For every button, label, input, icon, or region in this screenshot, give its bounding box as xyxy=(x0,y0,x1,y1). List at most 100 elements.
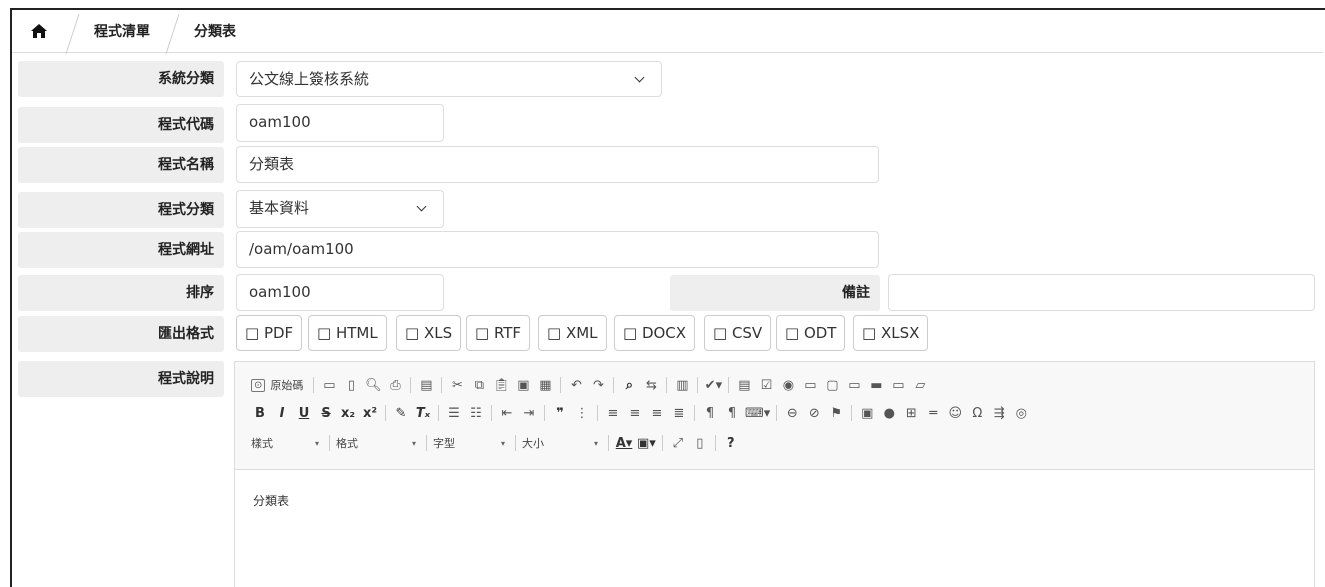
export-xlsx-checkbox[interactable]: □ XLSX xyxy=(853,315,929,351)
align-right-icon[interactable]: ≡ xyxy=(646,402,668,424)
program-url-label: 程式網址 xyxy=(18,232,224,268)
image-icon[interactable]: ▣ xyxy=(856,402,878,424)
iframe-icon[interactable]: ◎ xyxy=(1010,402,1032,424)
export-xls-checkbox[interactable]: □ XLS xyxy=(396,315,462,351)
program-type-label: 程式分類 xyxy=(18,192,224,228)
radio-icon[interactable]: ◉ xyxy=(777,374,799,396)
language-icon[interactable]: ⌨▾ xyxy=(743,402,772,424)
toolbar-separator xyxy=(613,377,615,393)
export-rtf-checkbox[interactable]: □ RTF xyxy=(466,315,531,351)
blockquote-icon[interactable]: ❞ xyxy=(549,402,571,424)
styles-combo[interactable]: 樣式 ▾ xyxy=(249,435,325,451)
align-center-icon[interactable]: ≡ xyxy=(624,402,646,424)
program-type-select[interactable]: 基本資料 xyxy=(236,190,444,228)
source-button[interactable]: ⊙ 原始碼 xyxy=(249,374,309,396)
select-field-icon[interactable]: ▭ xyxy=(843,374,865,396)
background-color-icon[interactable]: ▣▾ xyxy=(635,432,658,454)
toolbar-separator xyxy=(441,377,443,393)
toolbar-separator xyxy=(597,405,598,421)
cut-icon[interactable]: ✂ xyxy=(446,374,468,396)
program-name-input[interactable]: 分類表 xyxy=(236,146,879,183)
paste-text-icon[interactable]: ▣ xyxy=(512,374,534,396)
program-code-input[interactable]: oam100 xyxy=(236,104,444,142)
special-char-icon[interactable]: Ω xyxy=(966,402,988,424)
export-docx-checkbox[interactable]: □ DOCX xyxy=(614,315,696,351)
bold-icon[interactable]: B xyxy=(249,402,271,424)
text-color-icon[interactable]: A▾ xyxy=(613,432,635,454)
show-blocks-icon[interactable]: ▯ xyxy=(689,432,711,454)
copy-icon[interactable]: ⧉ xyxy=(468,374,490,396)
export-odt-checkbox[interactable]: □ ODT xyxy=(776,315,846,351)
export-csv-checkbox[interactable]: □ CSV xyxy=(704,315,772,351)
chevron-down-icon: ▾ xyxy=(411,438,416,448)
print-icon[interactable]: ⎙ xyxy=(384,374,406,396)
justify-icon[interactable]: ≣ xyxy=(668,402,690,424)
paste-icon[interactable]: 📋︎ xyxy=(490,374,512,396)
outdent-icon[interactable]: ⇤ xyxy=(496,402,518,424)
toolbar-separator xyxy=(313,377,315,393)
program-url-input[interactable]: /oam/oam100 xyxy=(236,231,879,268)
subscript-icon[interactable]: x₂ xyxy=(337,402,359,424)
save-icon[interactable]: ▭ xyxy=(318,374,340,396)
toolbar-separator xyxy=(410,377,412,393)
spellcheck-icon[interactable]: ✔▾ xyxy=(702,374,724,396)
align-left-icon[interactable]: ≡ xyxy=(602,402,624,424)
select-all-icon[interactable]: ▥ xyxy=(671,374,693,396)
hidden-field-icon[interactable]: ▱ xyxy=(909,374,931,396)
sort-input[interactable]: oam100 xyxy=(236,274,444,311)
system-category-select[interactable]: 公文線上簽核系統 xyxy=(236,61,662,97)
remark-input[interactable] xyxy=(888,274,1315,311)
find-icon[interactable]: ⌕ xyxy=(618,374,640,396)
indent-icon[interactable]: ⇥ xyxy=(518,402,540,424)
breadcrumb-program-list[interactable]: 程式清單 xyxy=(80,21,166,41)
button-field-icon[interactable]: ▬ xyxy=(865,374,887,396)
font-combo[interactable]: 字型 ▾ xyxy=(431,435,511,451)
export-html-checkbox[interactable]: □ HTML xyxy=(308,315,387,351)
anchor-icon[interactable]: ⚑ xyxy=(825,402,847,424)
link-icon[interactable]: ⊖ xyxy=(781,402,803,424)
size-combo[interactable]: 大小 ▾ xyxy=(520,435,604,451)
flash-icon[interactable]: ● xyxy=(878,402,900,424)
strikethrough-icon[interactable]: S xyxy=(315,402,337,424)
paste-word-icon[interactable]: ▦ xyxy=(534,374,556,396)
numbered-list-icon[interactable]: ☰ xyxy=(443,402,465,424)
image-button-icon[interactable]: ▭ xyxy=(887,374,909,396)
ltr-icon[interactable]: ¶ xyxy=(699,402,721,424)
editor-content-area[interactable]: 分類表 xyxy=(235,470,1314,531)
replace-icon[interactable]: ⇆ xyxy=(640,374,662,396)
remove-format-icon[interactable]: Tₓ xyxy=(412,402,434,424)
program-type-value: 基本資料 xyxy=(249,199,310,217)
page-break-icon[interactable]: ⇶ xyxy=(988,402,1010,424)
copy-format-icon[interactable]: ✎ xyxy=(390,402,412,424)
horizontal-rule-icon[interactable]: ═ xyxy=(922,402,944,424)
chevron-down-icon: ▾ xyxy=(593,438,598,448)
templates-icon[interactable]: ▤ xyxy=(415,374,437,396)
superscript-icon[interactable]: x² xyxy=(359,402,381,424)
new-page-icon[interactable]: ▯ xyxy=(340,374,362,396)
div-container-icon[interactable]: ⋮ xyxy=(571,402,593,424)
textarea-icon[interactable]: ▢ xyxy=(821,374,843,396)
unlink-icon[interactable]: ⊘ xyxy=(803,402,825,424)
export-xml-checkbox[interactable]: □ XML xyxy=(538,315,607,351)
rtl-icon[interactable]: ¶ xyxy=(721,402,743,424)
toolbar-separator xyxy=(661,435,663,451)
undo-icon[interactable]: ↶ xyxy=(565,374,587,396)
toolbar-separator xyxy=(697,377,699,393)
redo-icon[interactable]: ↷ xyxy=(587,374,609,396)
italic-icon[interactable]: I xyxy=(271,402,293,424)
textfield-icon[interactable]: ▭ xyxy=(799,374,821,396)
maximize-icon[interactable]: ⤢ xyxy=(667,432,689,454)
home-link[interactable] xyxy=(12,10,66,53)
help-icon[interactable]: ? xyxy=(720,432,742,454)
breadcrumb: 程式清單 分類表 xyxy=(12,10,1323,53)
preview-icon[interactable]: 🔍︎ xyxy=(362,374,384,396)
form-icon[interactable]: ▤ xyxy=(733,374,755,396)
toolbar-separator xyxy=(728,377,730,393)
checkbox-icon[interactable]: ☑ xyxy=(755,374,777,396)
format-combo[interactable]: 格式 ▾ xyxy=(334,435,422,451)
table-icon[interactable]: ⊞ xyxy=(900,402,922,424)
smiley-icon[interactable]: ☺ xyxy=(944,402,966,424)
bulleted-list-icon[interactable]: ☷ xyxy=(465,402,487,424)
underline-icon[interactable]: U xyxy=(293,402,315,424)
export-pdf-checkbox[interactable]: □ PDF xyxy=(236,315,303,351)
